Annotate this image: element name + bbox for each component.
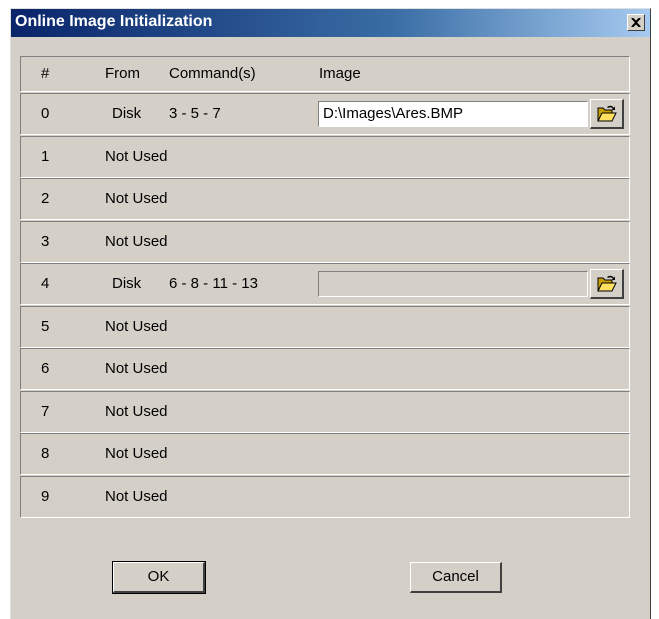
table-row: 9 Not Used [20,475,630,518]
table-row: 2 Not Used [20,178,630,220]
row-from: Not Used [105,445,168,462]
cancel-button[interactable]: Cancel [410,562,502,593]
column-header-num: # [41,65,50,82]
open-folder-icon [597,275,617,292]
row-from: Not Used [105,317,168,335]
browse-image-button[interactable] [590,99,624,129]
image-table: # From Command(s) Image 0 Disk 3 - 5 - 7 D:… [20,56,630,536]
column-header-commands: Command(s) [169,65,256,82]
table-row: 7 Not Used [20,390,630,433]
ok-button[interactable]: OK [112,561,206,594]
row-number: 4 [41,275,50,292]
row-number: 5 [41,317,50,335]
row-number: 6 [41,360,50,377]
row-number: 2 [41,190,50,207]
column-header-from: From [105,65,140,82]
title-bar[interactable]: Online Image Initialization [11,9,650,37]
window-title: Online Image Initialization [15,13,213,30]
row-from: Not Used [105,147,168,165]
row-commands: 6 - 8 - 11 - 13 [169,275,258,292]
open-folder-icon [597,105,617,122]
close-icon [631,18,641,27]
table-row: 3 Not Used [20,220,630,263]
table-row: 8 Not Used [20,433,630,475]
table-row: 0 Disk 3 - 5 - 7 D:\Images\Ares.BMP [20,93,630,135]
table-row: 6 Not Used [20,348,630,390]
row-from: Not Used [105,402,168,420]
row-number: 8 [41,445,50,462]
table-row: 1 Not Used [20,135,630,178]
row-number: 0 [41,105,50,122]
table-header: # From Command(s) Image [20,56,630,92]
image-path-field[interactable] [318,271,588,297]
table-row: 5 Not Used [20,305,630,348]
browse-image-button[interactable] [590,269,624,299]
row-from: Disk [112,275,142,292]
row-number: 1 [41,147,50,165]
row-from: Not Used [105,360,168,377]
close-button[interactable] [627,14,645,31]
row-from: Not Used [105,232,168,250]
image-path-field[interactable]: D:\Images\Ares.BMP [318,101,588,127]
row-from: Not Used [105,487,168,505]
column-header-image: Image [319,65,361,82]
row-from: Disk [112,105,142,122]
row-commands: 3 - 5 - 7 [169,105,221,122]
table-row: 4 Disk 6 - 8 - 11 - 13 [20,263,630,305]
row-number: 3 [41,232,50,250]
row-number: 7 [41,402,50,420]
row-from: Not Used [105,190,168,207]
row-number: 9 [41,487,50,505]
